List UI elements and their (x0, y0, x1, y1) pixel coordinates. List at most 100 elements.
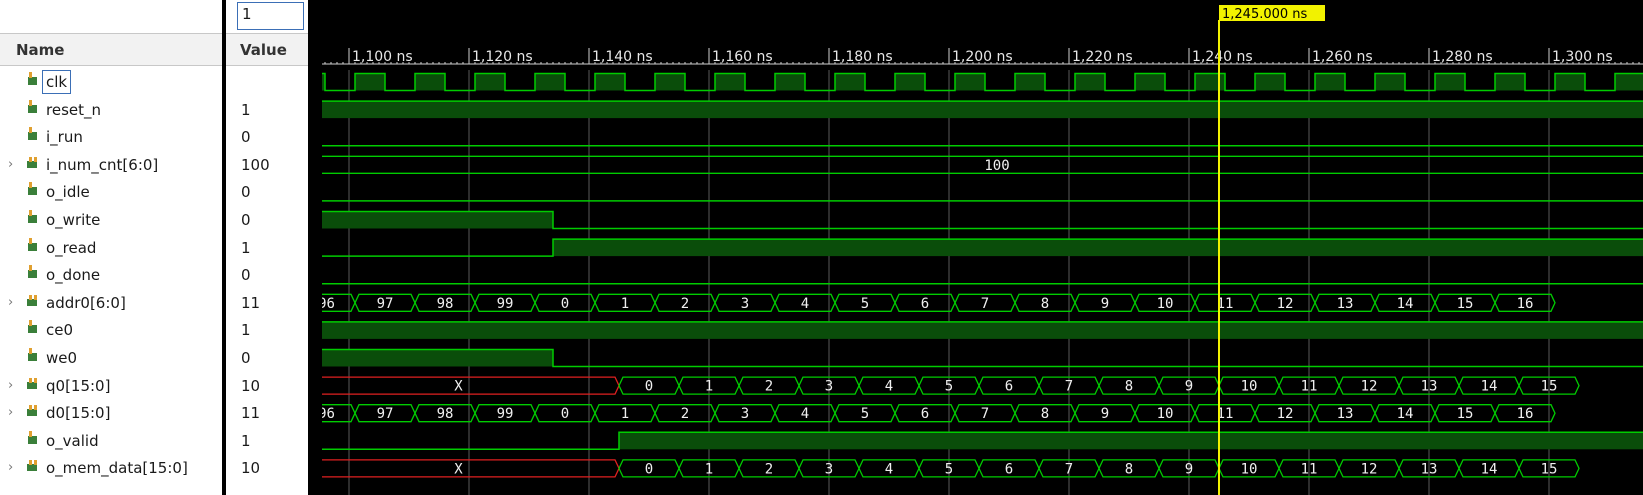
bus-value-label: 2 (681, 296, 689, 312)
signal-name: clk (41, 70, 72, 94)
bus-value-label: 13 (1421, 461, 1438, 477)
bus-value-label: 7 (981, 406, 989, 422)
signal-row[interactable]: › i_num_cnt[6:0] (0, 152, 232, 178)
chevron-right-icon[interactable]: › (8, 400, 13, 426)
bus-value-label: 14 (1397, 406, 1414, 422)
signal-bit-icon (26, 69, 40, 95)
signal-value: 0 (241, 211, 251, 229)
signal-row[interactable]: o_done (0, 262, 232, 288)
bus-value-label: 4 (801, 406, 809, 422)
bus-segment (322, 376, 620, 395)
column-divider[interactable] (222, 0, 226, 495)
wave-high-fill (595, 73, 625, 91)
chevron-right-icon[interactable]: › (8, 373, 13, 399)
signal-name: d0[15:0] (46, 404, 111, 423)
bus-value-label: 15 (1457, 296, 1474, 312)
signal-row[interactable]: › o_mem_data[15:0] (0, 455, 232, 481)
signal-bus-icon (26, 455, 42, 481)
signal-row[interactable]: i_run (0, 124, 232, 150)
bus-segment (322, 459, 620, 478)
wave-high-fill (1075, 73, 1105, 91)
bus-value-label: 12 (1361, 379, 1378, 395)
signal-name: o_write (46, 211, 101, 229)
signal-row[interactable]: reset_n (0, 97, 232, 123)
signal-row[interactable]: o_write (0, 207, 232, 233)
signal-name: i_num_cnt[6:0] (46, 155, 159, 174)
wave-high-fill (415, 73, 445, 91)
wave-high-fill (1315, 73, 1345, 91)
name-column: Name clk reset_n i_run › i_num_cnt[6:0] o_idl… (0, 0, 232, 495)
waveform-divider[interactable] (308, 0, 322, 495)
signal-row[interactable]: › q0[15:0] (0, 373, 232, 399)
signal-name: o_idle (46, 183, 90, 202)
wave-high-fill (895, 73, 925, 91)
bus-value-label: 10 (1241, 461, 1258, 477)
waveform-canvas[interactable]: 1,100 ns 1,120 ns 1,140 ns 1,160 ns 1,180 ns… (322, 0, 1643, 495)
ruler-tick-label: 1,300 ns (1552, 49, 1613, 65)
bus-value-label: 1 (705, 461, 713, 477)
signal-row[interactable]: o_idle (0, 179, 232, 205)
signal-value: 1 (241, 100, 251, 119)
bus-value-label: 9 (1185, 379, 1193, 395)
wave-high-fill (1135, 73, 1165, 91)
signal-bus-icon (26, 152, 42, 178)
bus-value-label: 6 (921, 406, 929, 422)
name-column-header[interactable]: Name (0, 33, 232, 66)
bus-value-label: 8 (1125, 461, 1133, 477)
chevron-right-icon[interactable]: › (8, 455, 13, 481)
bus-value-label: 10 (1157, 406, 1174, 422)
bus-value-label: 11 (1301, 379, 1318, 395)
signal-value: 1 (241, 238, 251, 257)
bus-value-label: 97 (377, 296, 394, 312)
signal-row[interactable]: clk (0, 69, 232, 95)
bus-value-label: 12 (1277, 406, 1294, 422)
wave-high-fill (322, 101, 1643, 119)
bus-value-label: 15 (1457, 406, 1474, 422)
signal-bit-icon (26, 262, 40, 288)
bus-value-label: 9 (1185, 461, 1193, 477)
signal-bit-icon (26, 345, 40, 371)
chevron-right-icon[interactable]: › (8, 290, 13, 316)
signal-row[interactable]: o_read (0, 235, 232, 261)
signal-bit-icon (26, 235, 40, 261)
bus-value-label: 3 (825, 461, 833, 477)
cursor-time-label: 1,245.000 ns (1222, 7, 1308, 22)
bus-segment (322, 155, 1643, 174)
wave-high-fill (655, 73, 685, 91)
bus-value-label: 0 (561, 406, 569, 422)
ruler-tick-label: 1,160 ns (712, 49, 773, 65)
signal-value: 10 (241, 376, 261, 395)
bus-value-label: 6 (1005, 379, 1013, 395)
signal-value: 0 (241, 183, 251, 202)
wave-high-fill (322, 321, 1643, 339)
bus-value-label: 14 (1397, 296, 1414, 312)
signal-row[interactable]: › addr0[6:0] (0, 290, 232, 316)
bus-value-label: X (454, 461, 463, 477)
wave-high-fill (1435, 73, 1465, 91)
signal-value: 1 (241, 321, 251, 340)
signal-name: q0[15:0] (46, 376, 111, 395)
bus-value-label: 8 (1041, 296, 1049, 312)
bus-value-label: 11 (1301, 461, 1318, 477)
signal-bus-icon (26, 400, 42, 426)
bus-value-label: 0 (645, 379, 653, 395)
signal-value: 0 (241, 349, 251, 367)
bus-value-label: 15 (1541, 461, 1558, 477)
signal-name: o_mem_data[15:0] (46, 459, 188, 478)
ruler-tick-label: 1,120 ns (472, 49, 533, 65)
signal-bit-icon (26, 179, 40, 205)
signal-row[interactable]: ce0 (0, 317, 232, 343)
bus-value-label: 2 (681, 406, 689, 422)
signal-row[interactable]: we0 (0, 345, 232, 371)
ruler-tick-label: 1,220 ns (1072, 49, 1133, 65)
signal-row[interactable]: › d0[15:0] (0, 400, 232, 426)
bus-value-label: 98 (437, 406, 454, 422)
ruler-tick-label: 1,240 ns (1192, 49, 1253, 65)
bus-value-label: 0 (561, 296, 569, 312)
signal-row[interactable]: o_valid (0, 428, 232, 454)
signal-name: ce0 (46, 321, 74, 340)
signal-bus-icon (26, 373, 42, 399)
bus-value-label: 16 (1517, 296, 1534, 312)
chevron-right-icon[interactable]: › (8, 152, 13, 178)
bus-value-label: 6 (921, 296, 929, 312)
